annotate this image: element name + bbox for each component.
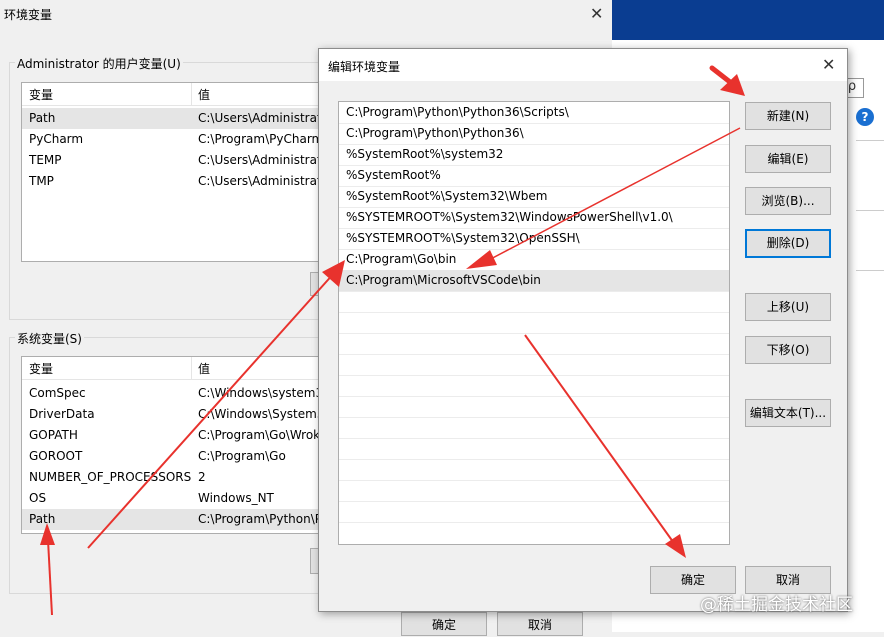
user-variables-list[interactable]: 变量 值 Path C:\Users\Administrat PyCharm C… <box>21 82 321 262</box>
user-variables-label: Administrator 的用户变量(U) <box>15 55 183 72</box>
path-text: %SystemRoot%\system32 <box>346 147 504 161</box>
divider <box>856 210 884 211</box>
window-title: 环境变量 <box>4 8 53 22</box>
list-item[interactable]: C:\Program\Python\Python36\Scripts\ <box>339 102 729 124</box>
path-text: %SYSTEMROOT%\System32\WindowsPowerShell\… <box>346 210 673 224</box>
list-item[interactable]: %SYSTEMROOT%\System32\OpenSSH\ <box>339 228 729 250</box>
env-ok-button[interactable]: 确定 <box>401 612 487 636</box>
dialog-title: 编辑环境变量 <box>328 60 401 74</box>
move-down-button[interactable]: 下移(O) <box>745 336 831 364</box>
path-text: C:\Program\Python\Python36\ <box>346 126 524 140</box>
table-row[interactable]: TEMP C:\Users\Administrat <box>22 150 320 171</box>
empty-row <box>339 333 729 355</box>
column-separator[interactable] <box>191 357 192 379</box>
variable-name: DriverData <box>29 407 95 421</box>
variable-value: Windows_NT <box>198 491 274 505</box>
list-item-selected[interactable]: C:\Program\MicrosoftVSCode\bin <box>339 270 729 292</box>
variable-value: C:\Program\Go <box>198 449 286 463</box>
list-item[interactable]: %SystemRoot% <box>339 165 729 187</box>
table-row[interactable]: NUMBER_OF_PROCESSORS 2 <box>22 467 320 488</box>
table-row[interactable]: DriverData C:\Windows\System3 <box>22 404 320 425</box>
column-header-variable[interactable]: 变量 <box>29 360 53 377</box>
table-row[interactable]: GOPATH C:\Program\Go\Wrok <box>22 425 320 446</box>
path-text: %SystemRoot% <box>346 168 441 182</box>
column-header-variable[interactable]: 变量 <box>29 86 53 103</box>
system-variables-list[interactable]: 变量 值 ComSpec C:\Windows\system3 DriverDa… <box>21 356 321 534</box>
variable-value: 2 <box>198 470 206 484</box>
variable-value: C:\Users\Administrat <box>198 111 321 125</box>
empty-row <box>339 375 729 397</box>
column-separator[interactable] <box>191 83 192 105</box>
variable-name: GOROOT <box>29 449 83 463</box>
variable-value: C:\Program\PyCharm <box>198 132 321 146</box>
table-row[interactable]: TMP C:\Users\Administrat <box>22 171 320 192</box>
path-text: %SYSTEMROOT%\System32\OpenSSH\ <box>346 231 580 245</box>
empty-row <box>339 501 729 523</box>
column-header-value[interactable]: 值 <box>198 86 210 103</box>
system-variables-label: 系统变量(S) <box>15 330 84 347</box>
empty-row <box>339 354 729 376</box>
table-row[interactable]: ComSpec C:\Windows\system3 <box>22 383 320 404</box>
empty-row <box>339 312 729 334</box>
variable-value: C:\Windows\system3 <box>198 386 321 400</box>
env-cancel-button[interactable]: 取消 <box>497 612 583 636</box>
table-row[interactable]: Path C:\Users\Administrat <box>22 108 320 129</box>
variable-value: C:\Windows\System3 <box>198 407 321 421</box>
watermark-text: @稀土掘金技术社区 <box>700 595 853 615</box>
divider <box>856 270 884 271</box>
variable-value: C:\Program\Python\P <box>198 512 321 526</box>
empty-row <box>339 417 729 439</box>
edit-button[interactable]: 编辑(E) <box>745 145 831 173</box>
table-row[interactable]: GOROOT C:\Program\Go <box>22 446 320 467</box>
list-header: 变量 值 <box>22 357 320 380</box>
empty-row <box>339 396 729 418</box>
edit-text-button[interactable]: 编辑文本(T)... <box>745 399 831 427</box>
list-item[interactable]: %SystemRoot%\System32\Wbem <box>339 186 729 208</box>
new-button[interactable]: 新建(N) <box>745 102 831 130</box>
path-text: C:\Program\Go\bin <box>346 252 457 266</box>
empty-row <box>339 459 729 481</box>
dialog-close-icon[interactable]: ✕ <box>822 57 835 73</box>
list-item[interactable]: %SYSTEMROOT%\System32\WindowsPowerShell\… <box>339 207 729 229</box>
variable-value: C:\Users\Administrat <box>198 174 321 188</box>
delete-button[interactable]: 删除(D) <box>745 229 831 258</box>
move-up-button[interactable]: 上移(U) <box>745 293 831 321</box>
variable-name: NUMBER_OF_PROCESSORS <box>29 470 192 484</box>
help-icon[interactable]: ? <box>856 108 874 126</box>
divider <box>856 140 884 141</box>
table-row[interactable]: Path C:\Program\Python\P <box>22 509 320 530</box>
list-item[interactable]: C:\Program\Python\Python36\ <box>339 123 729 145</box>
browse-button[interactable]: 浏览(B)... <box>745 187 831 215</box>
empty-row <box>339 438 729 460</box>
variable-name: Path <box>29 111 56 125</box>
list-item[interactable]: %SystemRoot%\system32 <box>339 144 729 166</box>
table-row[interactable]: OS Windows_NT <box>22 488 320 509</box>
empty-row <box>339 480 729 502</box>
variable-name: ComSpec <box>29 386 86 400</box>
variable-name: Path <box>29 512 56 526</box>
column-header-value[interactable]: 值 <box>198 360 210 377</box>
path-list[interactable]: C:\Program\Python\Python36\Scripts\ C:\P… <box>338 101 730 545</box>
list-header: 变量 值 <box>22 83 320 106</box>
dialog-titlebar: 编辑环境变量 ✕ <box>319 49 847 81</box>
list-item[interactable]: C:\Program\Go\bin <box>339 249 729 271</box>
variable-value: C:\Program\Go\Wrok <box>198 428 321 442</box>
window-close-icon[interactable]: ✕ <box>590 6 603 22</box>
table-row[interactable]: PyCharm C:\Program\PyCharm <box>22 129 320 150</box>
variable-value: C:\Users\Administrat <box>198 153 321 167</box>
variable-name: TEMP <box>29 153 62 167</box>
edit-env-dialog: 编辑环境变量 ✕ C:\Program\Python\Python36\Scri… <box>318 48 848 612</box>
variable-name: OS <box>29 491 47 505</box>
empty-row <box>339 291 729 313</box>
path-text: C:\Program\Python\Python36\Scripts\ <box>346 105 569 119</box>
path-text: C:\Program\MicrosoftVSCode\bin <box>346 273 541 287</box>
variable-name: GOPATH <box>29 428 78 442</box>
variable-name: TMP <box>29 174 54 188</box>
path-text: %SystemRoot%\System32\Wbem <box>346 189 548 203</box>
variable-name: PyCharm <box>29 132 84 146</box>
